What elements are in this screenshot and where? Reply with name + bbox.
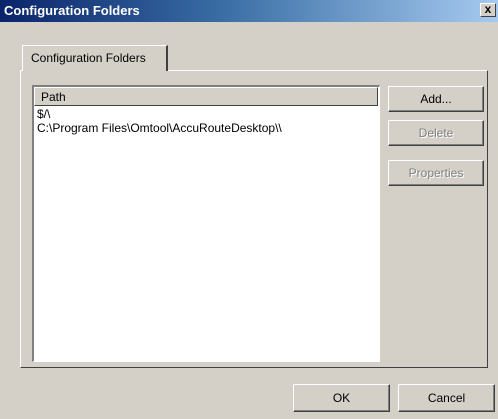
cancel-button[interactable]: Cancel xyxy=(398,384,495,412)
close-icon: x xyxy=(484,2,492,16)
tab-label: Configuration Folders xyxy=(31,51,146,65)
list-item[interactable]: $/\ xyxy=(34,107,378,121)
delete-button[interactable]: Delete xyxy=(388,120,484,146)
list-body: $/\ C:\Program Files\Omtool\AccuRouteDes… xyxy=(34,107,378,135)
tab-configuration-folders[interactable]: Configuration Folders xyxy=(22,45,168,71)
window-title: Configuration Folders xyxy=(4,3,140,18)
column-header-label: Path xyxy=(41,90,66,104)
list-item[interactable]: C:\Program Files\Omtool\AccuRouteDesktop… xyxy=(34,121,378,135)
column-header-path[interactable]: Path xyxy=(34,87,378,106)
path-list[interactable]: Path $/\ C:\Program Files\Omtool\AccuRou… xyxy=(32,85,380,362)
close-button[interactable]: x xyxy=(480,3,496,17)
properties-button[interactable]: Properties xyxy=(388,160,484,186)
ok-button[interactable]: OK xyxy=(293,384,390,412)
add-button[interactable]: Add... xyxy=(388,86,484,112)
title-bar[interactable]: Configuration Folders x xyxy=(0,0,498,22)
